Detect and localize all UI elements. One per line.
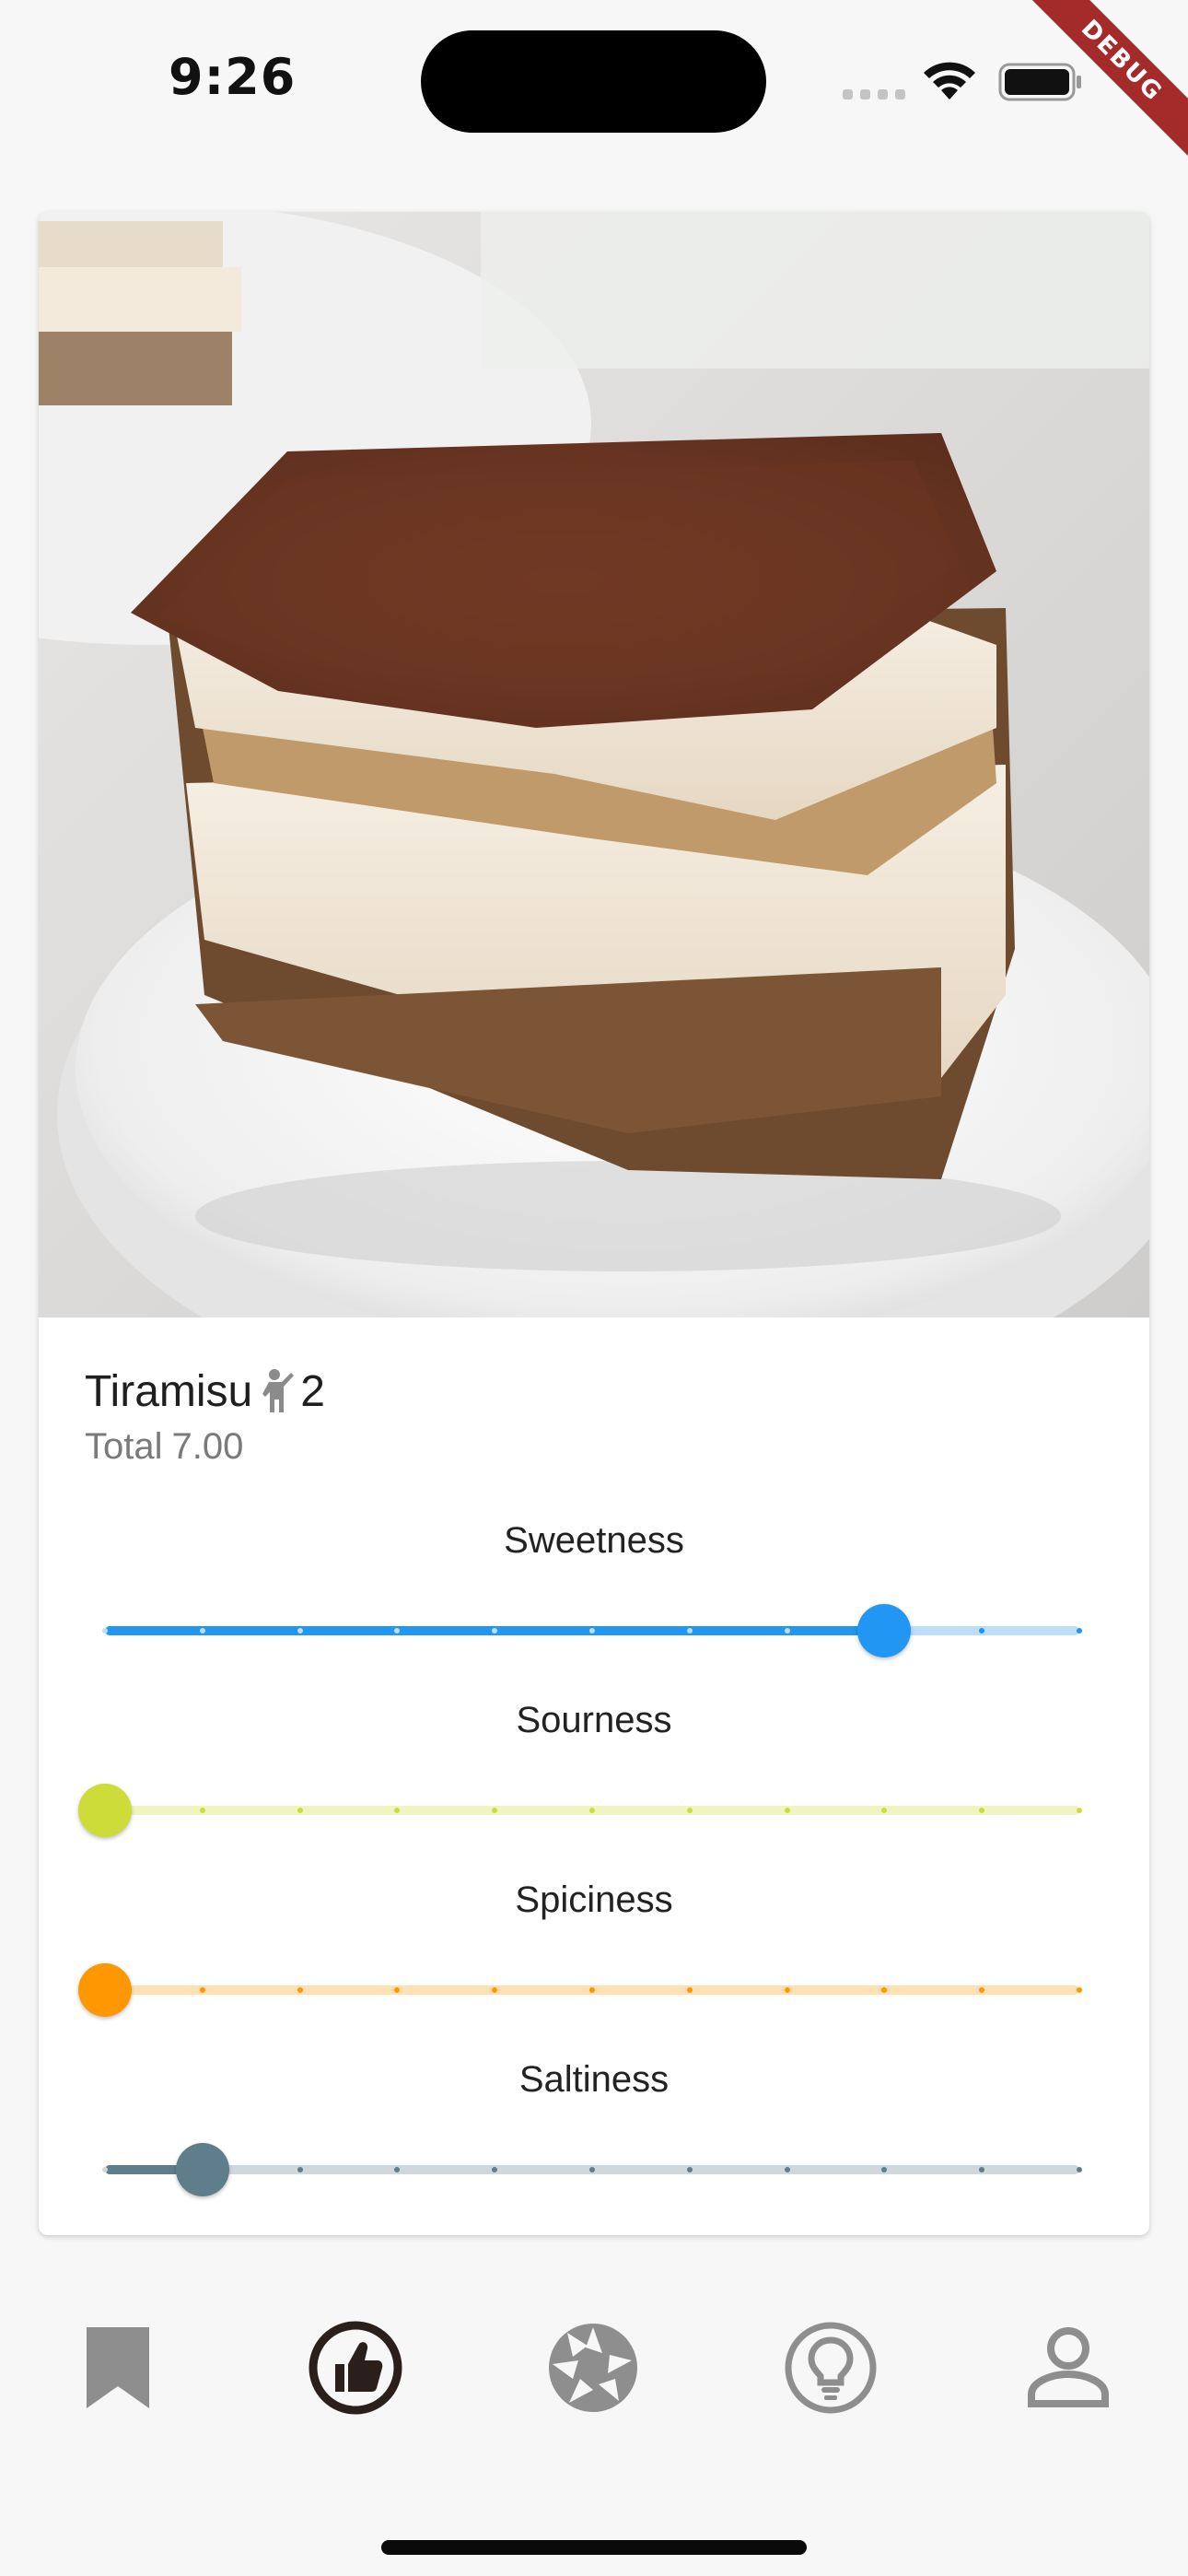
lightbulb-icon xyxy=(785,2322,877,2414)
slider-tick xyxy=(297,1987,303,1993)
slider-sweetness[interactable] xyxy=(102,1598,1082,1663)
slider-label-spiciness: Spiciness xyxy=(515,1879,673,1920)
slider-tick xyxy=(784,1987,790,1993)
slider-tick xyxy=(297,1628,303,1633)
servings-count: 2 xyxy=(300,1366,325,1416)
slider-tick xyxy=(297,2167,303,2172)
nav-item-recommend[interactable] xyxy=(300,2313,411,2423)
slider-thumb[interactable] xyxy=(857,1604,912,1657)
dish-title-row: Tiramisu 2 xyxy=(85,1364,325,1419)
slider-tick xyxy=(1077,2167,1082,2172)
slider-label-sweetness: Sweetness xyxy=(504,1520,684,1561)
slider-tick xyxy=(1077,1628,1082,1633)
status-time: 9:26 xyxy=(169,48,297,106)
person-icon xyxy=(1028,2327,1109,2407)
cellular-signal-icon xyxy=(843,88,913,104)
slider-spiciness[interactable] xyxy=(78,1958,1082,2022)
dish-name: Tiramisu xyxy=(85,1366,253,1416)
dish-photo xyxy=(39,212,1149,1317)
slider-tick xyxy=(1077,1808,1082,1813)
slider-tick xyxy=(784,2167,790,2172)
nav-item-ideas[interactable] xyxy=(775,2313,886,2423)
slider-tick xyxy=(589,2167,595,2172)
slider-tick xyxy=(102,2167,108,2172)
nav-item-camera[interactable] xyxy=(538,2313,648,2423)
slider-tick xyxy=(686,2167,693,2172)
slider-sourness[interactable] xyxy=(78,1778,1082,1843)
dish-card: Tiramisu 2 Total 7.00 Sweetness Sourness Sp… xyxy=(39,212,1149,2235)
dynamic-island xyxy=(421,30,766,133)
slider-label-sourness: Sourness xyxy=(516,1700,672,1740)
slider-tick xyxy=(589,1628,595,1633)
camera-shutter-icon xyxy=(549,2324,637,2412)
slider-tick xyxy=(686,1987,693,1993)
bookmark-icon xyxy=(87,2327,149,2408)
slider-tick xyxy=(589,1808,595,1813)
slider-tick xyxy=(199,1808,205,1813)
slider-tick xyxy=(589,1987,595,1993)
slider-tick xyxy=(1077,1987,1082,1993)
nav-item-bookmarks[interactable] xyxy=(63,2313,173,2423)
nav-item-profile[interactable] xyxy=(1013,2313,1124,2423)
total-label: Total xyxy=(85,1426,163,1467)
slider-thumb[interactable] xyxy=(78,1963,132,2017)
slider-tick xyxy=(102,1628,108,1633)
person-serving-icon xyxy=(262,1369,295,1412)
slider-tick xyxy=(686,1628,693,1633)
slider-tick xyxy=(297,1808,303,1813)
bottom-navigation xyxy=(0,2285,1188,2441)
slider-saltiness[interactable] xyxy=(102,2137,1082,2202)
slider-tick xyxy=(199,1987,205,1993)
debug-label: DEBUG xyxy=(1009,0,1188,173)
thumb-up-icon xyxy=(309,2321,402,2415)
wifi-icon xyxy=(924,62,975,100)
slider-thumb[interactable] xyxy=(175,2143,229,2196)
total-value: 7.00 xyxy=(171,1426,244,1467)
slider-label-saltiness: Saltiness xyxy=(518,2059,670,2100)
slider-thumb[interactable] xyxy=(78,1784,132,1837)
slider-tick xyxy=(784,1628,790,1633)
slider-tick xyxy=(686,1808,693,1813)
slider-tick xyxy=(784,1808,790,1813)
slider-tick xyxy=(199,1628,205,1633)
home-indicator xyxy=(381,2540,807,2555)
total-row: Total 7.00 xyxy=(85,1426,243,1468)
debug-banner: DEBUG xyxy=(1004,0,1188,184)
